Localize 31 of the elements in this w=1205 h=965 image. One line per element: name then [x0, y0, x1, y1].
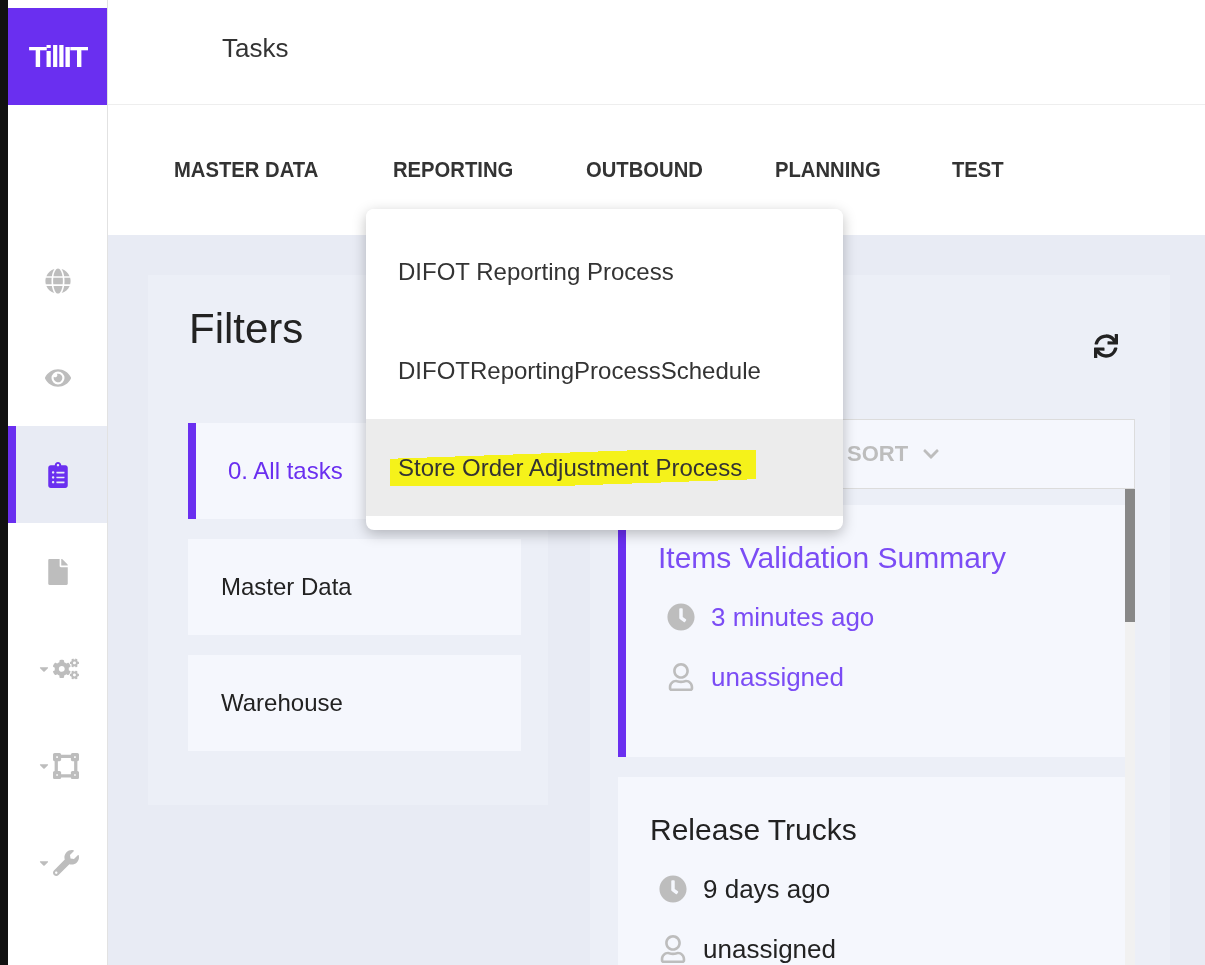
clock-icon	[667, 603, 695, 631]
filters-title: Filters	[189, 305, 305, 353]
menu-item[interactable]: Store Order Adjustment Process	[366, 419, 843, 516]
task-time: 3 minutes ago	[711, 601, 875, 633]
refresh-icon[interactable]	[1094, 334, 1118, 358]
task-time: 9 days ago	[703, 873, 831, 905]
task-assignee: unassigned	[703, 933, 836, 965]
scrollbar[interactable]	[1125, 489, 1135, 965]
logo: TillIT	[8, 8, 107, 105]
nav-tab[interactable]: REPORTING	[392, 157, 514, 183]
wrench-icon	[52, 849, 79, 876]
task-title: Release Trucks	[650, 813, 858, 847]
globe-icon	[44, 267, 71, 294]
frame-icon	[52, 752, 79, 779]
nav-tab[interactable]: TEST	[951, 157, 1004, 183]
menu-item[interactable]: DIFOT Reporting Process	[366, 209, 843, 322]
filter-item[interactable]: Master Data	[188, 539, 521, 635]
nav-tab[interactable]: PLANNING	[774, 157, 881, 183]
nav-tab[interactable]: MASTER DATA	[174, 157, 319, 183]
filter-item[interactable]: Warehouse	[188, 655, 521, 751]
user-icon	[667, 663, 695, 691]
user-icon	[659, 935, 687, 963]
menu-item[interactable]: DIFOTReportingProcessSchedule	[366, 322, 843, 419]
nav-tab[interactable]: OUTBOUND	[585, 157, 703, 183]
sidebar-item[interactable]	[8, 426, 107, 523]
clock-icon	[659, 875, 687, 903]
task-card[interactable]: Release Trucks 9 days ago unassigned	[618, 777, 1125, 965]
task-title: Items Validation Summary	[658, 541, 1007, 575]
page-title: Tasks	[222, 32, 289, 65]
task-assignee: unassigned	[711, 661, 844, 693]
task-card[interactable]: Items Validation Summary 3 minutes ago unassigned	[618, 505, 1125, 757]
